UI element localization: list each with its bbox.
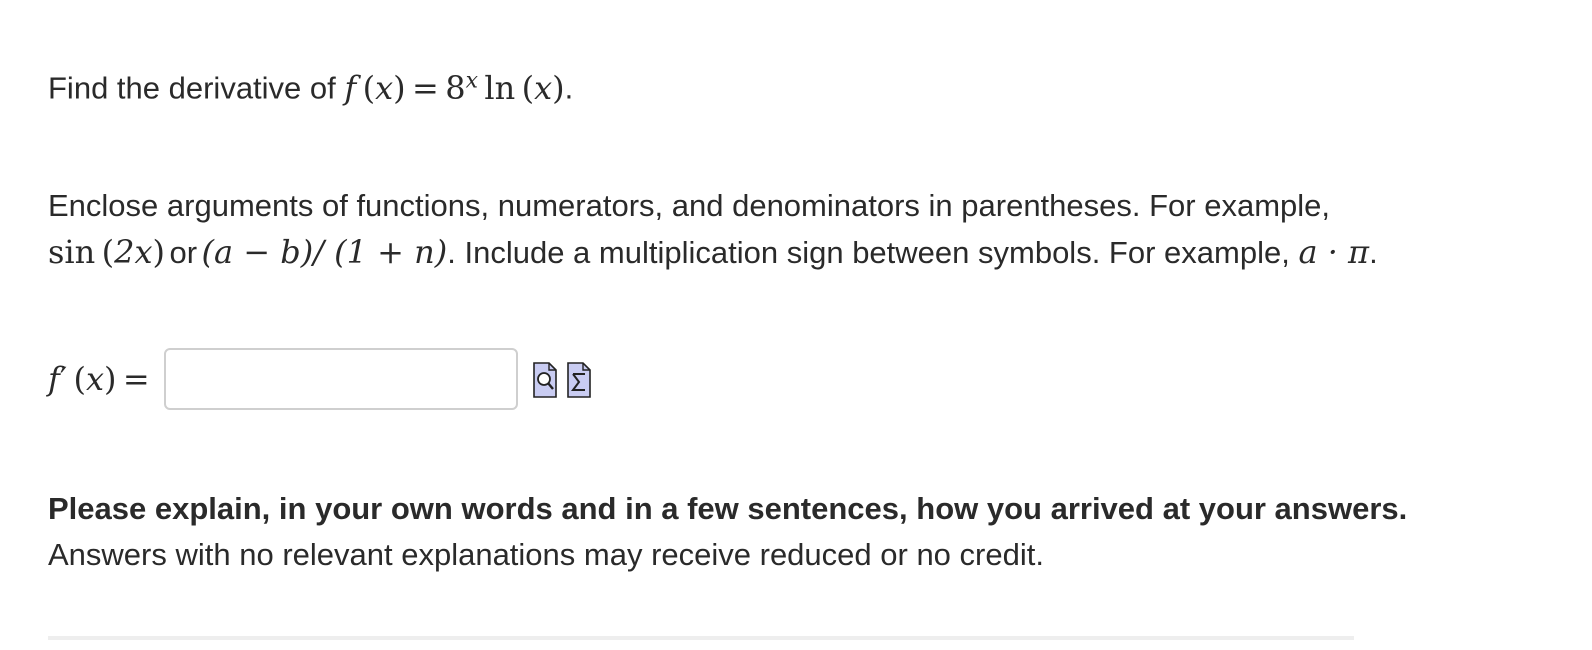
answer-label: f′ (x) = bbox=[48, 360, 150, 398]
instructions-line-1: Enclose arguments of functions, numerato… bbox=[48, 188, 1331, 223]
ln-function: ln bbox=[484, 68, 516, 107]
question-prefix: Find the derivative of bbox=[48, 70, 345, 106]
answer-var: x bbox=[85, 360, 105, 398]
exponent: x bbox=[465, 68, 479, 93]
function-name: f bbox=[344, 68, 357, 107]
ln-var: x bbox=[534, 68, 553, 107]
question-period: . bbox=[564, 70, 574, 106]
sin-arg: 2x bbox=[114, 233, 153, 271]
instructions-text-2: . Include a multiplication sign between … bbox=[447, 235, 1299, 270]
bottom-divider bbox=[48, 636, 1354, 640]
function-var: x bbox=[375, 68, 394, 107]
equals-sign: = bbox=[412, 68, 439, 107]
answer-prime: ′ bbox=[59, 360, 68, 398]
instructions-period: . bbox=[1369, 235, 1378, 270]
instructions-line-2: sin (2x) or (a − b)/ (1 + n). Include a … bbox=[48, 229, 1378, 282]
preview-icon[interactable] bbox=[532, 359, 558, 399]
answer-row: f′ (x) = bbox=[48, 346, 592, 412]
answer-equals: = bbox=[122, 360, 150, 398]
question-formula: f (x) = 8x ln (x) bbox=[344, 68, 565, 107]
example-fraction: (a − b)/ (1 + n) bbox=[201, 233, 448, 271]
explain-bold-text: Please explain, in your own words and in… bbox=[48, 491, 1408, 526]
answer-input[interactable] bbox=[163, 348, 518, 410]
instructions: Enclose arguments of functions, numerato… bbox=[48, 183, 1378, 282]
sin-fn: sin bbox=[48, 233, 96, 271]
example-multiplication: a · π bbox=[1298, 233, 1370, 271]
answer-fn: f bbox=[48, 360, 60, 398]
explain-note: Answers with no relevant explanations ma… bbox=[48, 537, 1044, 572]
explanation-note: Please explain, in your own words and in… bbox=[48, 486, 1407, 578]
question-text: Find the derivative of f (x) = 8x ln (x)… bbox=[48, 68, 573, 107]
or-word: or bbox=[169, 235, 198, 270]
equation-editor-icon[interactable] bbox=[566, 359, 592, 399]
base: 8 bbox=[445, 68, 466, 107]
example-sin: sin (2x) bbox=[48, 233, 166, 271]
